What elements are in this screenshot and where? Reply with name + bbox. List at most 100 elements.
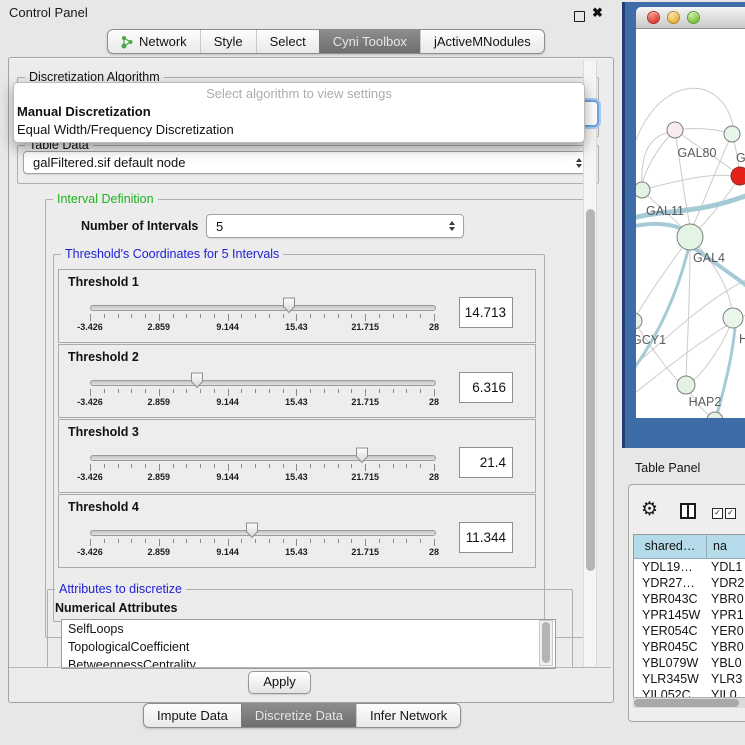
cell-shared-name[interactable]: YLR345W <box>634 671 707 687</box>
network-node[interactable] <box>724 126 740 142</box>
threshold-label: Threshold 4 <box>68 500 139 514</box>
table-data-combobox[interactable]: galFiltered.sif default node <box>23 151 591 174</box>
slider-tick <box>186 539 187 543</box>
scrollbar-thumb[interactable] <box>586 209 595 571</box>
slider-track[interactable] <box>90 455 436 461</box>
network-node[interactable] <box>723 308 743 328</box>
slider-thumb[interactable] <box>355 447 369 464</box>
slider-tick <box>241 389 242 393</box>
cell-name[interactable]: YBR0 <box>707 591 745 607</box>
tab-style[interactable]: Style <box>200 30 256 53</box>
slider-track[interactable] <box>90 530 436 536</box>
attributes-list-scrollbar[interactable] <box>539 620 553 666</box>
tab-select[interactable]: Select <box>256 30 319 53</box>
cell-name[interactable]: YLR3 <box>707 671 745 687</box>
checkbox-icon[interactable]: ✓ <box>712 508 723 519</box>
cell-name[interactable]: YBL0 <box>707 655 745 671</box>
table-header-name[interactable]: na <box>707 535 745 558</box>
tab-network[interactable]: Network <box>108 30 200 53</box>
table-horizontal-scrollbar[interactable] <box>633 697 745 708</box>
slider-tick <box>131 464 132 468</box>
slider-tick <box>228 314 229 321</box>
threshold-value-field[interactable] <box>459 372 513 403</box>
cell-name[interactable]: YPR1 <box>707 607 745 623</box>
cell-name[interactable]: YER0 <box>707 623 745 639</box>
network-node[interactable] <box>636 313 642 329</box>
threshold-value-field[interactable] <box>459 522 513 553</box>
network-window-titlebar[interactable] <box>636 7 745 29</box>
interval-definition-group-title: Interval Definition <box>53 192 158 206</box>
cell-name[interactable]: YBR0 <box>707 639 745 655</box>
slider-tick <box>379 389 380 393</box>
tab-cyni-toolbox[interactable]: Cyni Toolbox <box>319 30 420 53</box>
attribute-item-topologicalcoefficient[interactable]: TopologicalCoefficient <box>62 638 555 656</box>
network-node[interactable] <box>636 182 650 198</box>
slider-tick <box>118 389 119 393</box>
slider-track[interactable] <box>90 380 436 386</box>
table-header-shared[interactable]: shared… <box>634 535 707 558</box>
slider-tick <box>406 314 407 318</box>
apply-button[interactable]: Apply <box>248 671 311 694</box>
slider-tick <box>296 389 297 396</box>
network-node[interactable] <box>677 376 695 394</box>
attribute-item-selfloops[interactable]: SelfLoops <box>62 620 555 638</box>
cell-shared-name[interactable]: YBL079W <box>634 655 707 671</box>
tab-impute-data[interactable]: Impute Data <box>144 704 241 727</box>
cell-shared-name[interactable]: YDL19… <box>634 559 707 575</box>
table-row[interactable]: YDL19…YDL1 <box>634 559 745 575</box>
table-row[interactable]: YBR043CYBR0 <box>634 591 745 607</box>
slider-tick <box>434 464 435 471</box>
cell-name[interactable]: YDL1 <box>707 559 745 575</box>
zoom-window-icon[interactable] <box>687 11 700 24</box>
node-label: GAL80 <box>678 146 717 160</box>
checkbox-icon[interactable]: ✓ <box>725 508 736 519</box>
table-row[interactable]: YLR345WYLR3 <box>634 671 745 687</box>
table-row[interactable]: YER054CYER0 <box>634 623 745 639</box>
slider-tick <box>90 314 91 321</box>
close-window-icon[interactable] <box>647 11 660 24</box>
table-row[interactable]: YBL079WYBL0 <box>634 655 745 671</box>
algorithm-dropdown-popup: Select algorithm to view settingsManual … <box>13 82 585 143</box>
minimize-window-icon[interactable] <box>667 11 680 24</box>
popup-option-manual-discretization[interactable]: Manual Discretization <box>14 103 584 121</box>
tab-discretize-data[interactable]: Discretize Data <box>241 704 356 727</box>
slider-tick <box>159 389 160 396</box>
table-row[interactable]: YDR27…YDR2 <box>634 575 745 591</box>
popup-option-equal-width-frequency-discretization[interactable]: Equal Width/Frequency Discretization <box>14 121 584 139</box>
number-of-intervals-combobox[interactable]: 5 <box>206 214 464 238</box>
slider-tick <box>131 539 132 543</box>
table-row[interactable]: YPR145WYPR1 <box>634 607 745 623</box>
cell-shared-name[interactable]: YER054C <box>634 623 707 639</box>
cell-name[interactable]: YDR2 <box>707 575 745 591</box>
tab-infer-network[interactable]: Infer Network <box>356 704 460 727</box>
cell-shared-name[interactable]: YBR043C <box>634 591 707 607</box>
slider-thumb[interactable] <box>245 522 259 539</box>
tab-jactivemnodules[interactable]: jActiveMNodules <box>420 30 544 53</box>
slider-tick <box>283 314 284 318</box>
network-node-selected[interactable] <box>731 167 745 185</box>
float-window-icon[interactable] <box>574 11 585 22</box>
tick-label: 21.715 <box>351 472 379 482</box>
content-vertical-scrollbar[interactable] <box>583 61 597 666</box>
network-canvas[interactable]: GAL80 GA GAL11 GAL4 GCY1 H HAP2 <box>636 29 745 418</box>
cell-shared-name[interactable]: YBR045C <box>634 639 707 655</box>
column-layout-icon[interactable] <box>680 503 696 519</box>
network-node[interactable] <box>667 122 683 138</box>
network-node[interactable] <box>707 412 723 418</box>
threshold-value-field[interactable] <box>459 447 513 478</box>
numerical-attributes-list[interactable]: SelfLoopsTopologicalCoefficientBetweenne… <box>61 619 556 669</box>
network-node[interactable] <box>677 224 703 250</box>
table-row[interactable]: YBR045CYBR0 <box>634 639 745 655</box>
slider-track[interactable] <box>90 305 436 311</box>
slider-tick <box>173 539 174 543</box>
cell-shared-name[interactable]: YPR145W <box>634 607 707 623</box>
close-panel-icon[interactable]: ✖ <box>592 5 603 21</box>
scrollbar-thumb[interactable] <box>634 699 739 707</box>
slider-tick <box>351 314 352 318</box>
slider-thumb[interactable] <box>282 297 296 314</box>
threshold-value-field[interactable] <box>459 297 513 328</box>
slider-thumb[interactable] <box>190 372 204 389</box>
tab-label: Select <box>270 31 306 53</box>
cell-shared-name[interactable]: YDR27… <box>634 575 707 591</box>
gear-icon[interactable]: ⚙ <box>641 500 658 519</box>
